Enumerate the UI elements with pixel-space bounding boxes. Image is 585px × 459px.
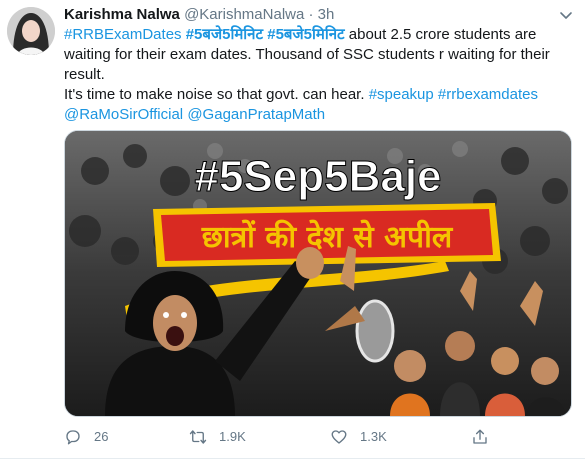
tweet-text: #RRBExamDates #5बजे5मिनिट #5बजे5मिनिट ab… <box>64 25 569 125</box>
tweet-header: Karishma Nalwa @KarishmaNalwa · 3h <box>64 5 334 25</box>
like-count: 1.3K <box>360 429 387 444</box>
tweet-actions: 26 1.9K 1.3K <box>64 426 570 448</box>
media-subline: छात्रों की देश से अपील <box>201 219 454 255</box>
chevron-down-icon[interactable] <box>557 6 575 24</box>
hashtag-speakup[interactable]: #speakup <box>369 86 434 103</box>
mention-ramosir[interactable]: @RaMoSirOfficial <box>64 106 183 123</box>
retweet-button[interactable]: 1.9K <box>189 426 246 448</box>
retweet-icon <box>189 430 207 444</box>
avatar[interactable] <box>7 7 55 55</box>
author-name[interactable]: Karishma Nalwa <box>64 6 180 23</box>
separator: · <box>308 6 314 23</box>
share-icon <box>473 429 487 444</box>
tweet-paragraph-3: @RaMoSirOfficial @GaganPratapMath <box>64 105 569 125</box>
tweet-text-segment-2: It's time to make noise so that govt. ca… <box>64 86 369 103</box>
retweet-count: 1.9K <box>219 429 246 444</box>
tweet[interactable]: Karishma Nalwa @KarishmaNalwa · 3h #RRBE… <box>0 0 585 459</box>
tweet-media-image[interactable]: #5Sep5Baje छात्रों की देश से अपील <box>64 130 572 417</box>
tweet-paragraph-1: #RRBExamDates #5बजे5मिनिट #5बजे5मिनिट ab… <box>64 25 569 85</box>
mention-gaganpratap[interactable]: @GaganPratapMath <box>187 106 325 123</box>
hashtag-5baje5minute-2[interactable]: #5बजे5मिनिट <box>267 26 344 43</box>
reply-count: 26 <box>94 429 109 444</box>
reply-button[interactable]: 26 <box>64 426 108 448</box>
hashtag-rrbexamdates-lower[interactable]: #rrbexamdates <box>438 86 538 103</box>
reply-icon <box>66 430 80 445</box>
tweet-paragraph-2: It's time to make noise so that govt. ca… <box>64 85 569 105</box>
like-icon <box>331 430 347 444</box>
hashtag-rrbexamdates[interactable]: #RRBExamDates <box>64 26 182 43</box>
hashtag-5baje5minute[interactable]: #5बजे5मिनिट <box>186 26 263 43</box>
author-handle[interactable]: @KarishmaNalwa <box>184 6 304 23</box>
like-button[interactable]: 1.3K <box>330 426 387 448</box>
tweet-time[interactable]: 3h <box>318 6 335 23</box>
media-headline: #5Sep5Baje <box>194 152 441 201</box>
share-button[interactable] <box>471 426 501 448</box>
